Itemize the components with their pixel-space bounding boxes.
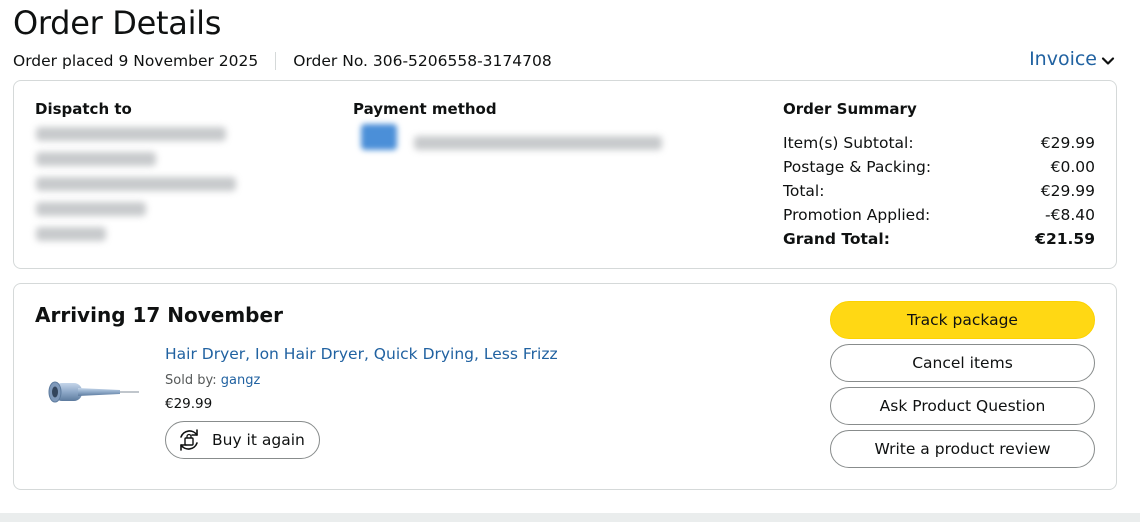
sold-by-label: Sold by: — [165, 373, 217, 388]
order-summary: Item(s) Subtotal: €29.99 Postage & Packi… — [783, 131, 1095, 251]
summary-row-postage: Postage & Packing: €0.00 — [783, 155, 1095, 179]
summary-row-total: Total: €29.99 — [783, 179, 1095, 203]
sold-by: Sold by: gangz — [165, 373, 260, 388]
summary-value: €29.99 — [1040, 134, 1095, 152]
summary-row-subtotal: Item(s) Subtotal: €29.99 — [783, 131, 1095, 155]
credit-card-icon — [361, 124, 397, 150]
track-package-button[interactable]: Track package — [830, 301, 1095, 339]
summary-value: -€8.40 — [1045, 206, 1095, 224]
summary-label: Promotion Applied: — [783, 206, 931, 224]
chevron-down-icon — [1101, 56, 1115, 65]
cancel-items-button[interactable]: Cancel items — [830, 344, 1095, 382]
seller-link[interactable]: gangz — [221, 373, 261, 388]
grand-total-value: €21.59 — [1035, 230, 1095, 248]
item-price: €29.99 — [165, 396, 213, 412]
summary-label: Postage & Packing: — [783, 158, 932, 176]
order-meta: Order placed 9 November 2025 Order No. 3… — [13, 52, 552, 70]
buy-again-icon — [180, 429, 198, 451]
write-review-button[interactable]: Write a product review — [830, 430, 1095, 468]
payment-method-heading: Payment method — [353, 100, 497, 118]
buy-it-again-button[interactable]: Buy it again — [165, 421, 320, 459]
summary-label: Item(s) Subtotal: — [783, 134, 914, 152]
page-title: Order Details — [13, 4, 222, 42]
dispatch-to-heading: Dispatch to — [35, 100, 132, 118]
ask-product-question-button[interactable]: Ask Product Question — [830, 387, 1095, 425]
summary-value: €0.00 — [1050, 158, 1095, 176]
summary-row-grand-total: Grand Total: €21.59 — [783, 227, 1095, 251]
order-number: Order No. 306-5206558-3174708 — [293, 52, 552, 70]
payment-details-redacted — [414, 136, 662, 150]
order-summary-heading: Order Summary — [783, 100, 917, 118]
summary-value: €29.99 — [1040, 182, 1095, 200]
summary-label: Total: — [783, 182, 825, 200]
order-info-card: Dispatch to Payment method Order Summary… — [13, 80, 1117, 269]
invoice-label: Invoice — [1029, 48, 1097, 70]
shipment-card: Arriving 17 November Hair Dryer, Ion Hai… — [13, 283, 1117, 490]
summary-row-promotion: Promotion Applied: -€8.40 — [783, 203, 1095, 227]
hair-dryer-product-image[interactable] — [44, 372, 144, 422]
product-title-link[interactable]: Hair Dryer, Ion Hair Dryer, Quick Drying… — [165, 345, 558, 363]
grand-total-label: Grand Total: — [783, 230, 890, 248]
order-placed-date: Order placed 9 November 2025 — [13, 52, 259, 70]
invoice-dropdown[interactable]: Invoice — [1029, 48, 1115, 70]
buy-it-again-label: Buy it again — [212, 431, 305, 449]
meta-divider — [275, 52, 277, 70]
footer-divider — [0, 513, 1140, 522]
delivery-status: Arriving 17 November — [35, 303, 283, 327]
